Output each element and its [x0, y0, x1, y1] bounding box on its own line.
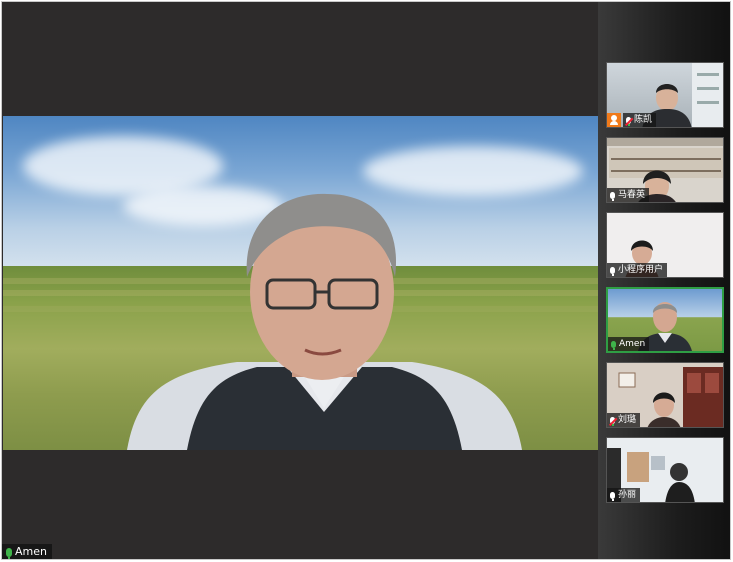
- microphone-icon: [6, 547, 12, 559]
- speaker-name: Amen: [15, 545, 47, 558]
- microphone-icon: [610, 191, 615, 201]
- participant-label: Amen: [608, 337, 650, 351]
- participant-label: 陈凯: [623, 113, 657, 127]
- participant-name: 孙丽: [618, 490, 637, 500]
- participant-tile[interactable]: 孙丽: [606, 437, 724, 503]
- participant-strip: 陈凯 马春英 小程序用户 Amen 刘璐 孙丽: [598, 2, 730, 559]
- meeting-window: Amen 陈凯 马春英 小程序用户 Amen 刘璐 孙丽: [1, 1, 731, 560]
- mic-muted-icon: [610, 416, 615, 426]
- participant-name: 小程序用户: [618, 265, 664, 275]
- microphone-icon: [610, 266, 615, 276]
- participant-label: 马春英: [607, 188, 650, 202]
- participant-tile[interactable]: 刘璐: [606, 362, 724, 428]
- person-icon: [607, 113, 621, 127]
- participant-tile-active[interactable]: Amen: [606, 287, 724, 353]
- participant-label: 小程序用户: [607, 263, 668, 277]
- participant-tile[interactable]: 陈凯: [606, 62, 724, 128]
- participant-tile[interactable]: 马春英: [606, 137, 724, 203]
- participant-tile[interactable]: 小程序用户: [606, 212, 724, 278]
- speaker-name-tag: Amen: [2, 544, 52, 559]
- participant-name: Amen: [619, 339, 646, 349]
- microphone-icon: [610, 491, 615, 501]
- participant-name: 刘璐: [618, 415, 637, 425]
- participant-label: 孙丽: [607, 488, 641, 502]
- participant-name: 马春英: [618, 190, 646, 200]
- mic-muted-icon: [626, 116, 631, 126]
- participant-name: 陈凯: [634, 115, 653, 125]
- active-speaker-video[interactable]: [3, 116, 598, 450]
- main-stage: Amen: [2, 2, 598, 559]
- speaker-person: [127, 193, 522, 450]
- participant-label: 刘璐: [607, 413, 641, 427]
- microphone-active-icon: [611, 340, 616, 350]
